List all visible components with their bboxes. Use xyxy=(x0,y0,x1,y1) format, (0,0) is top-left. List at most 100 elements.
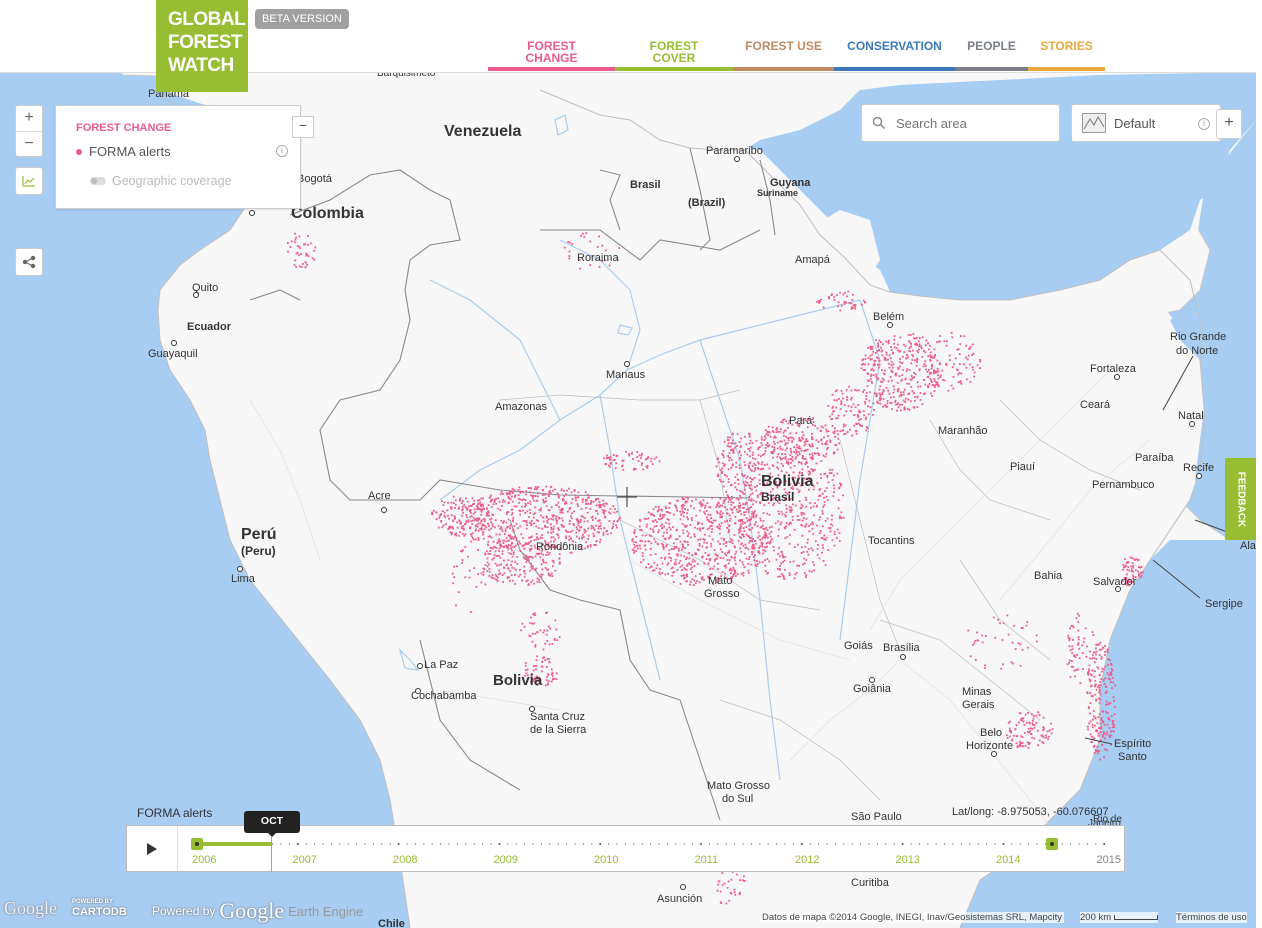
forma-alert xyxy=(554,619,557,622)
info-icon[interactable]: i xyxy=(276,145,288,157)
share-button[interactable] xyxy=(15,248,43,276)
forma-alert xyxy=(531,632,534,635)
powered-by-earth-engine[interactable]: Powered by Google Earth Engine xyxy=(152,898,363,924)
forma-alert xyxy=(599,522,602,525)
forma-alert xyxy=(696,527,699,530)
forma-alert xyxy=(746,520,749,523)
basemap-info-icon[interactable]: i xyxy=(1198,118,1210,130)
forma-alert xyxy=(902,393,905,396)
forma-alert xyxy=(537,552,540,555)
forma-alert xyxy=(753,511,755,514)
forma-alert xyxy=(789,436,792,439)
terms-link[interactable]: Términos de uso xyxy=(1176,912,1247,923)
forma-alert xyxy=(785,504,788,507)
nav-forest-use[interactable]: FOREST USE xyxy=(733,40,834,71)
nav-stories[interactable]: STORIES xyxy=(1028,40,1105,71)
panel-minimize-button[interactable]: − xyxy=(292,116,314,138)
timeline-year-2012[interactable]: 2012 xyxy=(795,854,819,866)
basemap-selector[interactable]: Default i xyxy=(1071,104,1221,142)
forma-alert xyxy=(669,535,672,538)
add-basemap-button[interactable]: + xyxy=(1216,109,1242,139)
forma-alert xyxy=(540,576,543,578)
nav-conservation[interactable]: CONSERVATION xyxy=(834,40,955,71)
gfw-logo[interactable]: GLOBAL FOREST WATCH xyxy=(156,0,248,92)
forma-alert xyxy=(952,376,955,378)
forma-alert xyxy=(846,396,848,399)
forma-alert xyxy=(665,511,668,513)
timeline-year-2008[interactable]: 2008 xyxy=(393,854,417,866)
forma-alert xyxy=(440,520,443,523)
forma-alert xyxy=(782,554,784,557)
forma-alert xyxy=(972,352,975,355)
forma-alert xyxy=(779,565,781,567)
google-logo[interactable]: Google xyxy=(4,898,57,919)
forma-alert xyxy=(669,528,672,531)
forma-alert xyxy=(1129,556,1132,559)
analysis-button[interactable] xyxy=(15,167,43,195)
forma-alert xyxy=(1103,668,1105,671)
forma-alert xyxy=(779,447,782,450)
nav-people[interactable]: PEOPLE xyxy=(955,40,1028,71)
geographic-coverage-toggle[interactable]: Geographic coverage xyxy=(90,174,232,188)
timeline-year-2007[interactable]: 2007 xyxy=(293,854,317,866)
forma-alert xyxy=(880,350,883,353)
timeline-end-handle[interactable] xyxy=(1046,838,1058,850)
timeline-year-2010[interactable]: 2010 xyxy=(594,854,618,866)
forma-alert xyxy=(507,518,510,521)
forma-alert xyxy=(752,457,754,460)
timeline-year-2014[interactable]: 2014 xyxy=(996,854,1020,866)
timeline-start-handle[interactable] xyxy=(191,838,203,850)
timeline-track[interactable] xyxy=(197,843,1107,845)
feedback-tab[interactable]: FEEDBACK xyxy=(1225,458,1256,540)
forma-alert xyxy=(811,521,814,524)
forma-alert xyxy=(815,439,818,442)
nav-forest-cover[interactable]: FOREST COVER xyxy=(615,40,733,71)
label-pernambuco: Pernambuco xyxy=(1092,479,1154,491)
forma-alert xyxy=(587,534,590,537)
forma-alert xyxy=(779,440,781,443)
forma-alert xyxy=(756,563,759,565)
forma-alert xyxy=(872,402,875,405)
search-input[interactable] xyxy=(894,114,1048,132)
forma-alert xyxy=(727,468,730,471)
timeline-year-2009[interactable]: 2009 xyxy=(494,854,518,866)
forma-alert xyxy=(1108,734,1111,737)
timeline-year-2006[interactable]: 2006 xyxy=(192,854,216,866)
forma-alert xyxy=(729,436,732,439)
forma-alert xyxy=(1095,643,1098,646)
forma-alert xyxy=(529,549,531,552)
forma-alert xyxy=(840,304,843,307)
label-minas: Minas xyxy=(962,686,992,698)
forma-alert xyxy=(776,567,779,570)
forma-alert xyxy=(893,338,896,341)
forma-alert xyxy=(583,520,586,523)
forma-alert xyxy=(686,541,689,543)
forma-alert xyxy=(586,520,589,523)
nav-forest-change[interactable]: FOREST CHANGE xyxy=(488,40,615,71)
forma-alert xyxy=(498,550,500,552)
forma-alert xyxy=(776,447,779,450)
forma-alert xyxy=(477,539,480,541)
forma-alert xyxy=(300,266,303,268)
forma-alert xyxy=(482,537,485,540)
forma-alert xyxy=(519,550,522,552)
forma-alert xyxy=(741,522,744,525)
forma-alert xyxy=(682,529,685,532)
timeline-year-2015[interactable]: 2015 xyxy=(1097,854,1121,866)
forma-alert xyxy=(871,347,874,350)
forma-alert xyxy=(890,357,892,360)
play-button[interactable] xyxy=(127,826,178,871)
forma-alert xyxy=(546,676,548,678)
layer-forma-alerts[interactable]: FORMA alerts xyxy=(76,144,171,159)
zoom-in-button[interactable]: + xyxy=(16,106,42,131)
forma-alert xyxy=(1103,756,1105,759)
zoom-out-button[interactable]: − xyxy=(16,131,42,157)
forma-alert xyxy=(702,527,704,530)
forma-alert xyxy=(785,522,788,525)
timeline-year-2013[interactable]: 2013 xyxy=(896,854,920,866)
forma-alert xyxy=(525,490,528,493)
cartodb-logo[interactable]: POWERED BY CARTODB xyxy=(72,897,127,918)
timeline-year-2011[interactable]: 2011 xyxy=(695,854,719,866)
forma-alert xyxy=(754,468,757,471)
forma-alert xyxy=(750,483,753,486)
